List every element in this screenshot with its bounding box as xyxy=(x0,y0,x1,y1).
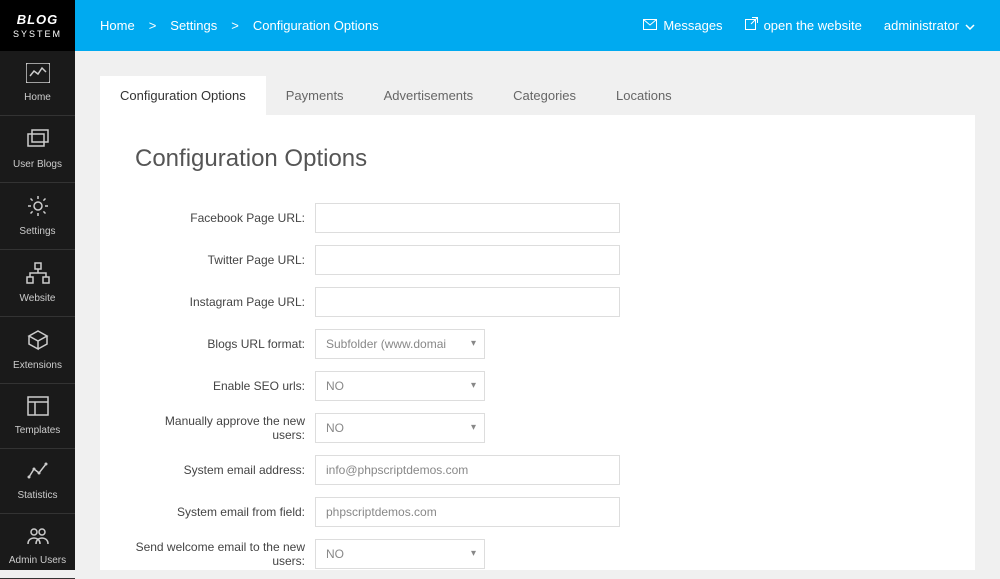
sidebar-item-label: Admin Users xyxy=(0,555,75,566)
tab-categories[interactable]: Categories xyxy=(493,76,596,115)
facebook-url-label: Facebook Page URL: xyxy=(135,211,315,225)
tab-advertisements[interactable]: Advertisements xyxy=(364,76,494,115)
user-menu[interactable]: administrator xyxy=(884,18,975,33)
enable-seo-label: Enable SEO urls: xyxy=(135,379,315,393)
blogs-url-format-label: Blogs URL format: xyxy=(135,337,315,351)
tab-locations[interactable]: Locations xyxy=(596,76,692,115)
sidebar-item-user-blogs[interactable]: User Blogs xyxy=(0,116,75,183)
stats-icon xyxy=(0,461,75,484)
sidebar-item-templates[interactable]: Templates xyxy=(0,384,75,449)
sidebar-item-settings[interactable]: Settings xyxy=(0,183,75,250)
blogs-url-format-select[interactable]: Subfolder (www.domai xyxy=(315,329,485,359)
system-email-input[interactable] xyxy=(315,455,620,485)
welcome-email-select[interactable]: NO xyxy=(315,539,485,569)
chevron-down-icon xyxy=(965,18,975,33)
twitter-url-label: Twitter Page URL: xyxy=(135,253,315,267)
page-title: Configuration Options xyxy=(135,145,940,173)
sidebar-item-label: Website xyxy=(0,293,75,304)
sidebar: BLOG SYSTEM Home User Blogs Settings xyxy=(0,0,75,570)
sidebar-item-statistics[interactable]: Statistics xyxy=(0,449,75,514)
approve-users-label: Manually approve the new users: xyxy=(135,414,315,442)
layers-icon xyxy=(0,128,75,153)
sidebar-item-label: Statistics xyxy=(0,490,75,501)
breadcrumb: Home > Settings > Configuration Options xyxy=(100,18,643,33)
message-icon xyxy=(643,18,657,33)
gear-icon xyxy=(0,195,75,220)
users-icon xyxy=(0,526,75,549)
messages-link[interactable]: Messages xyxy=(643,18,722,33)
system-email-from-input[interactable] xyxy=(315,497,620,527)
instagram-url-input[interactable] xyxy=(315,287,620,317)
breadcrumb-home[interactable]: Home xyxy=(100,18,135,33)
sidebar-item-extensions[interactable]: Extensions xyxy=(0,317,75,384)
external-link-icon xyxy=(745,17,758,33)
enable-seo-select[interactable]: NO xyxy=(315,371,485,401)
topbar: Home > Settings > Configuration Options … xyxy=(75,0,1000,51)
user-label: administrator xyxy=(884,18,959,33)
sidebar-item-home[interactable]: Home xyxy=(0,51,75,116)
breadcrumb-sep: > xyxy=(149,18,157,33)
welcome-email-label: Send welcome email to the new users: xyxy=(135,540,315,568)
sitemap-icon xyxy=(0,262,75,287)
tab-payments[interactable]: Payments xyxy=(266,76,364,115)
logo-line2: SYSTEM xyxy=(0,29,75,39)
open-website-link[interactable]: open the website xyxy=(745,17,862,33)
logo: BLOG SYSTEM xyxy=(0,0,75,51)
tabs: Configuration Options Payments Advertise… xyxy=(100,76,975,115)
template-icon xyxy=(0,396,75,419)
sidebar-item-label: Settings xyxy=(0,226,75,237)
system-email-label: System email address: xyxy=(135,463,315,477)
sidebar-item-label: User Blogs xyxy=(0,159,75,170)
system-email-from-label: System email from field: xyxy=(135,505,315,519)
facebook-url-input[interactable] xyxy=(315,203,620,233)
chart-icon xyxy=(0,63,75,86)
sidebar-item-label: Templates xyxy=(0,425,75,436)
panel: Configuration Options Facebook Page URL:… xyxy=(100,115,975,570)
breadcrumb-settings[interactable]: Settings xyxy=(170,18,217,33)
box-icon xyxy=(0,329,75,354)
twitter-url-input[interactable] xyxy=(315,245,620,275)
sidebar-item-website[interactable]: Website xyxy=(0,250,75,317)
approve-users-select[interactable]: NO xyxy=(315,413,485,443)
open-website-label: open the website xyxy=(764,18,862,33)
breadcrumb-current: Configuration Options xyxy=(253,18,379,33)
sidebar-item-admin-users[interactable]: Admin Users xyxy=(0,514,75,579)
sidebar-item-label: Extensions xyxy=(0,360,75,371)
tab-configuration-options[interactable]: Configuration Options xyxy=(100,76,266,115)
sidebar-item-label: Home xyxy=(0,92,75,103)
instagram-url-label: Instagram Page URL: xyxy=(135,295,315,309)
breadcrumb-sep: > xyxy=(231,18,239,33)
messages-label: Messages xyxy=(663,18,722,33)
logo-line1: BLOG xyxy=(0,12,75,27)
